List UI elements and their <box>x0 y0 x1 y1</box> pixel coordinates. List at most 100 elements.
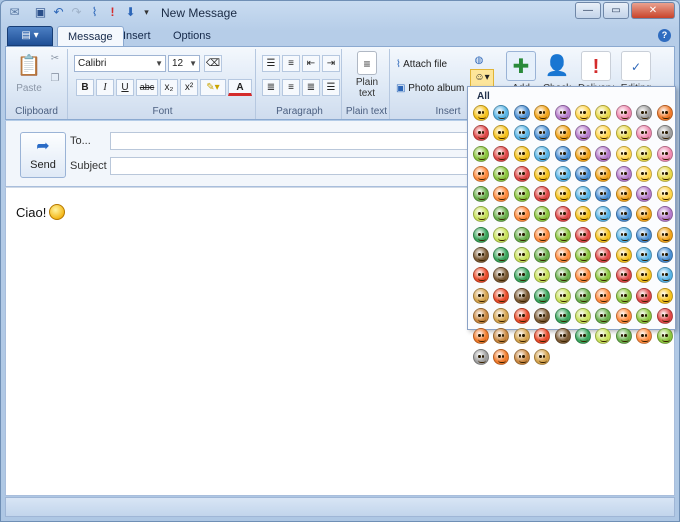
emoticon-item[interactable] <box>513 105 530 121</box>
emoticon-item[interactable] <box>473 206 489 223</box>
tab-insert[interactable]: Insert <box>113 26 161 46</box>
emoticon-item[interactable] <box>493 226 510 243</box>
emoticon-item[interactable] <box>656 206 673 223</box>
emoticon-item[interactable] <box>595 247 612 264</box>
attach-file-button[interactable]: ⌇ Attach file <box>396 59 447 70</box>
strikethrough-button[interactable]: abc <box>136 79 158 96</box>
emoticon-item[interactable] <box>534 186 551 203</box>
emoticon-item[interactable] <box>554 145 571 162</box>
emoticon-item[interactable] <box>636 125 653 142</box>
emoticon-item[interactable] <box>473 348 489 365</box>
emoticon-item[interactable] <box>513 247 530 264</box>
emoticon-item[interactable] <box>554 226 571 243</box>
emoticon-item[interactable] <box>656 287 673 304</box>
emoticon-item[interactable] <box>534 267 551 284</box>
emoticon-item[interactable] <box>493 165 510 182</box>
emoticon-item[interactable] <box>493 206 510 223</box>
emoticon-item[interactable] <box>493 125 510 142</box>
globe-icon[interactable]: ◍ <box>470 53 488 70</box>
emoticon-item[interactable] <box>554 287 571 304</box>
save-icon[interactable]: ▣ <box>33 5 48 20</box>
body-text[interactable]: Ciao! <box>16 204 66 220</box>
emoticon-item[interactable] <box>493 348 510 365</box>
emoticon-item[interactable] <box>493 328 510 345</box>
emoticon-item[interactable] <box>513 307 530 324</box>
emoticon-item[interactable] <box>534 247 551 264</box>
emoticon-item[interactable] <box>574 105 591 121</box>
italic-button[interactable]: I <box>96 79 114 96</box>
emoticon-item[interactable] <box>574 307 591 324</box>
font-size-select[interactable]: 12 ▼ <box>168 55 200 72</box>
emoticon-item[interactable] <box>595 287 612 304</box>
emoticon-item[interactable] <box>615 206 632 223</box>
emoticon-item[interactable] <box>595 125 612 142</box>
emoticon-item[interactable] <box>595 307 612 324</box>
emoticon-item[interactable] <box>615 307 632 324</box>
emoticon-item[interactable] <box>534 328 551 345</box>
emoticon-item[interactable] <box>534 145 551 162</box>
emoticon-item[interactable] <box>595 267 612 284</box>
emoticon-item[interactable] <box>473 287 489 304</box>
emoticon-item[interactable] <box>493 307 510 324</box>
emoticon-item[interactable] <box>513 145 530 162</box>
plain-text-button[interactable]: ≡ Plain text <box>350 51 384 99</box>
emoticon-item[interactable] <box>493 105 510 121</box>
emoticon-item[interactable] <box>595 105 612 121</box>
emoticon-item[interactable] <box>656 226 673 243</box>
emoticon-item[interactable] <box>636 307 653 324</box>
emoticon-item[interactable] <box>656 165 673 182</box>
indent-icon[interactable]: ⇥ <box>322 55 340 72</box>
numbered-list-icon[interactable]: ≡ <box>282 55 300 72</box>
tab-options[interactable]: Options <box>163 26 221 46</box>
emoticon-item[interactable] <box>615 165 632 182</box>
emoticon-item[interactable] <box>636 165 653 182</box>
emoticon-item[interactable] <box>615 186 632 203</box>
emoticon-item[interactable] <box>574 206 591 223</box>
emoticon-item[interactable] <box>595 186 612 203</box>
emoticon-item[interactable] <box>554 165 571 182</box>
emoticon-item[interactable] <box>534 165 551 182</box>
emoticon-item[interactable] <box>656 105 673 121</box>
emoticon-item[interactable] <box>574 267 591 284</box>
emoticon-item[interactable] <box>574 328 591 345</box>
align-center-icon[interactable]: ≡ <box>282 79 300 96</box>
emoticon-item[interactable] <box>595 328 612 345</box>
emoticon-item[interactable] <box>615 105 632 121</box>
emoticon-item[interactable] <box>656 145 673 162</box>
emoticon-item[interactable] <box>554 307 571 324</box>
emoticon-item[interactable] <box>574 145 591 162</box>
emoticon-button[interactable]: ☺▾ <box>470 69 494 87</box>
emoticon-item[interactable] <box>574 165 591 182</box>
high-priority-icon[interactable]: ! <box>105 5 120 20</box>
emoticon-item[interactable] <box>534 125 551 142</box>
emoticon-item[interactable] <box>534 105 551 121</box>
font-name-select[interactable]: Calibri ▼ <box>74 55 166 72</box>
copy-icon[interactable]: ❐ <box>46 71 64 88</box>
superscript-button[interactable]: x² <box>180 79 198 96</box>
justify-icon[interactable]: ☰ <box>322 79 340 96</box>
emoticon-item[interactable] <box>636 105 653 121</box>
undo-icon[interactable]: ↶ <box>51 5 66 20</box>
emoticon-item[interactable] <box>656 267 673 284</box>
underline-button[interactable]: U <box>116 79 134 96</box>
emoticon-item[interactable] <box>554 206 571 223</box>
emoticon-item[interactable] <box>615 247 632 264</box>
emoticon-item[interactable] <box>554 267 571 284</box>
emoticon-item[interactable] <box>513 328 530 345</box>
emoticon-item[interactable] <box>636 267 653 284</box>
emoticon-item[interactable] <box>636 247 653 264</box>
emoticon-item[interactable] <box>534 287 551 304</box>
maximize-button[interactable]: ▭ <box>603 2 629 19</box>
emoticon-item[interactable] <box>534 307 551 324</box>
emoticon-item[interactable] <box>513 206 530 223</box>
redo-icon[interactable]: ↷ <box>69 5 84 20</box>
align-right-icon[interactable]: ≣ <box>302 79 320 96</box>
minimize-button[interactable]: — <box>575 2 601 19</box>
emoticon-item[interactable] <box>534 348 551 365</box>
emoticon-item[interactable] <box>473 145 489 162</box>
emoticon-item[interactable] <box>636 186 653 203</box>
emoticon-item[interactable] <box>595 145 612 162</box>
emoticon-item[interactable] <box>595 226 612 243</box>
emoticon-item[interactable] <box>615 267 632 284</box>
emoticon-item[interactable] <box>473 105 489 121</box>
